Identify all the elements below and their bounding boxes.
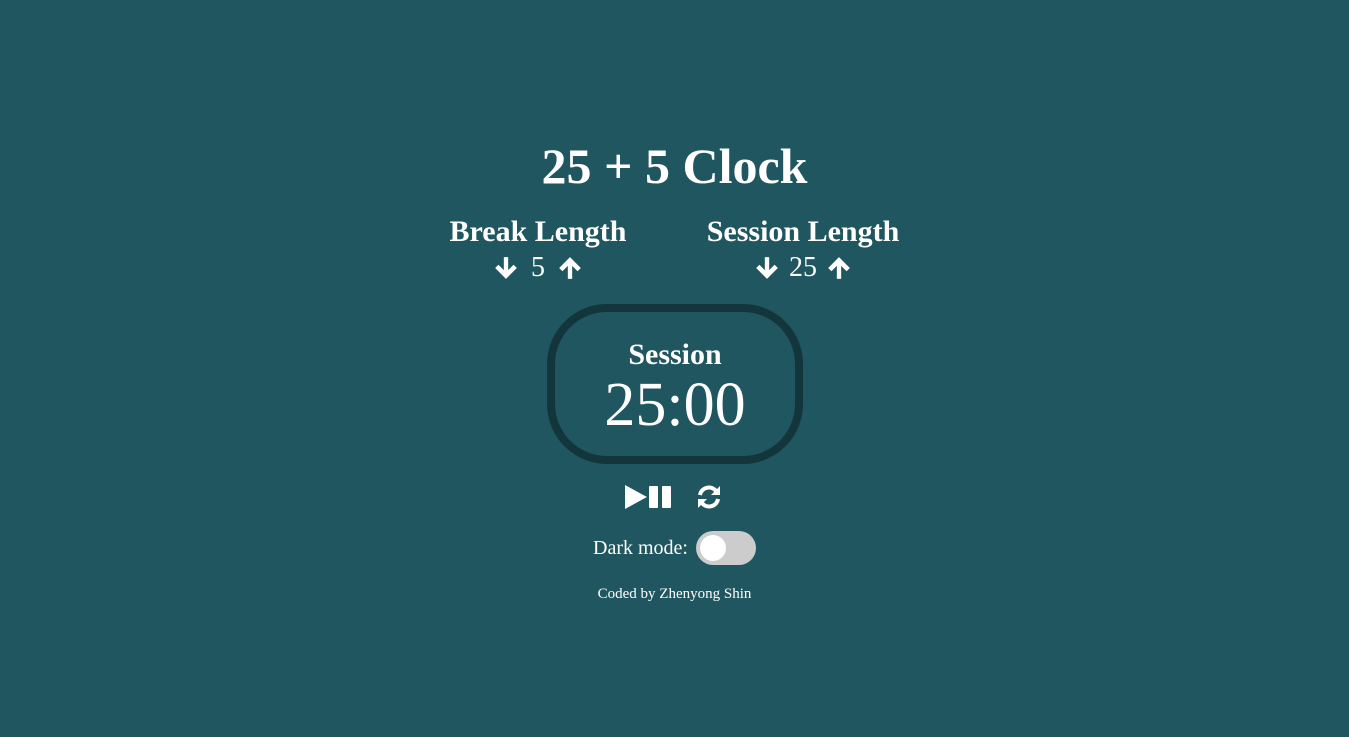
break-length-label: Break Length	[449, 215, 627, 248]
reset-button[interactable]	[696, 484, 722, 510]
dark-mode-label: Dark mode:	[593, 537, 688, 559]
arrow-down-icon	[495, 257, 517, 279]
break-length-value: 5	[531, 252, 545, 283]
break-increment-button[interactable]	[556, 254, 584, 282]
session-length-value: 25	[789, 252, 817, 283]
session-length-label: Session Length	[706, 215, 900, 248]
timer-display: Session 25:00	[547, 304, 803, 464]
dark-mode-toggle[interactable]	[695, 531, 756, 565]
start-stop-button[interactable]	[624, 484, 674, 510]
footer-credit: Coded by Zhenyong Shin	[597, 586, 752, 602]
session-length-row: 25	[683, 251, 923, 285]
break-length-control: Break Length 5	[418, 213, 658, 285]
break-decrement-button[interactable]	[492, 254, 520, 282]
dark-mode-row: Dark mode:	[0, 531, 1349, 565]
play-pause-icon	[624, 485, 671, 509]
session-increment-button[interactable]	[825, 254, 853, 282]
toggle-knob	[699, 535, 726, 561]
page-title: 25 + 5 Clock	[541, 138, 808, 194]
time-left: 25:00	[604, 371, 746, 439]
timer-controls	[0, 482, 1349, 512]
clock-app: 25 + 5 Clock Break Length 5 Session Leng…	[0, 0, 1349, 737]
timer-label: Session	[628, 338, 722, 371]
arrow-up-icon	[828, 257, 850, 279]
session-length-control: Session Length 25	[683, 213, 923, 285]
break-length-row: 5	[418, 251, 658, 285]
arrow-up-icon	[559, 257, 581, 279]
arrow-down-icon	[756, 257, 778, 279]
refresh-icon	[697, 485, 720, 509]
session-decrement-button[interactable]	[753, 254, 781, 282]
